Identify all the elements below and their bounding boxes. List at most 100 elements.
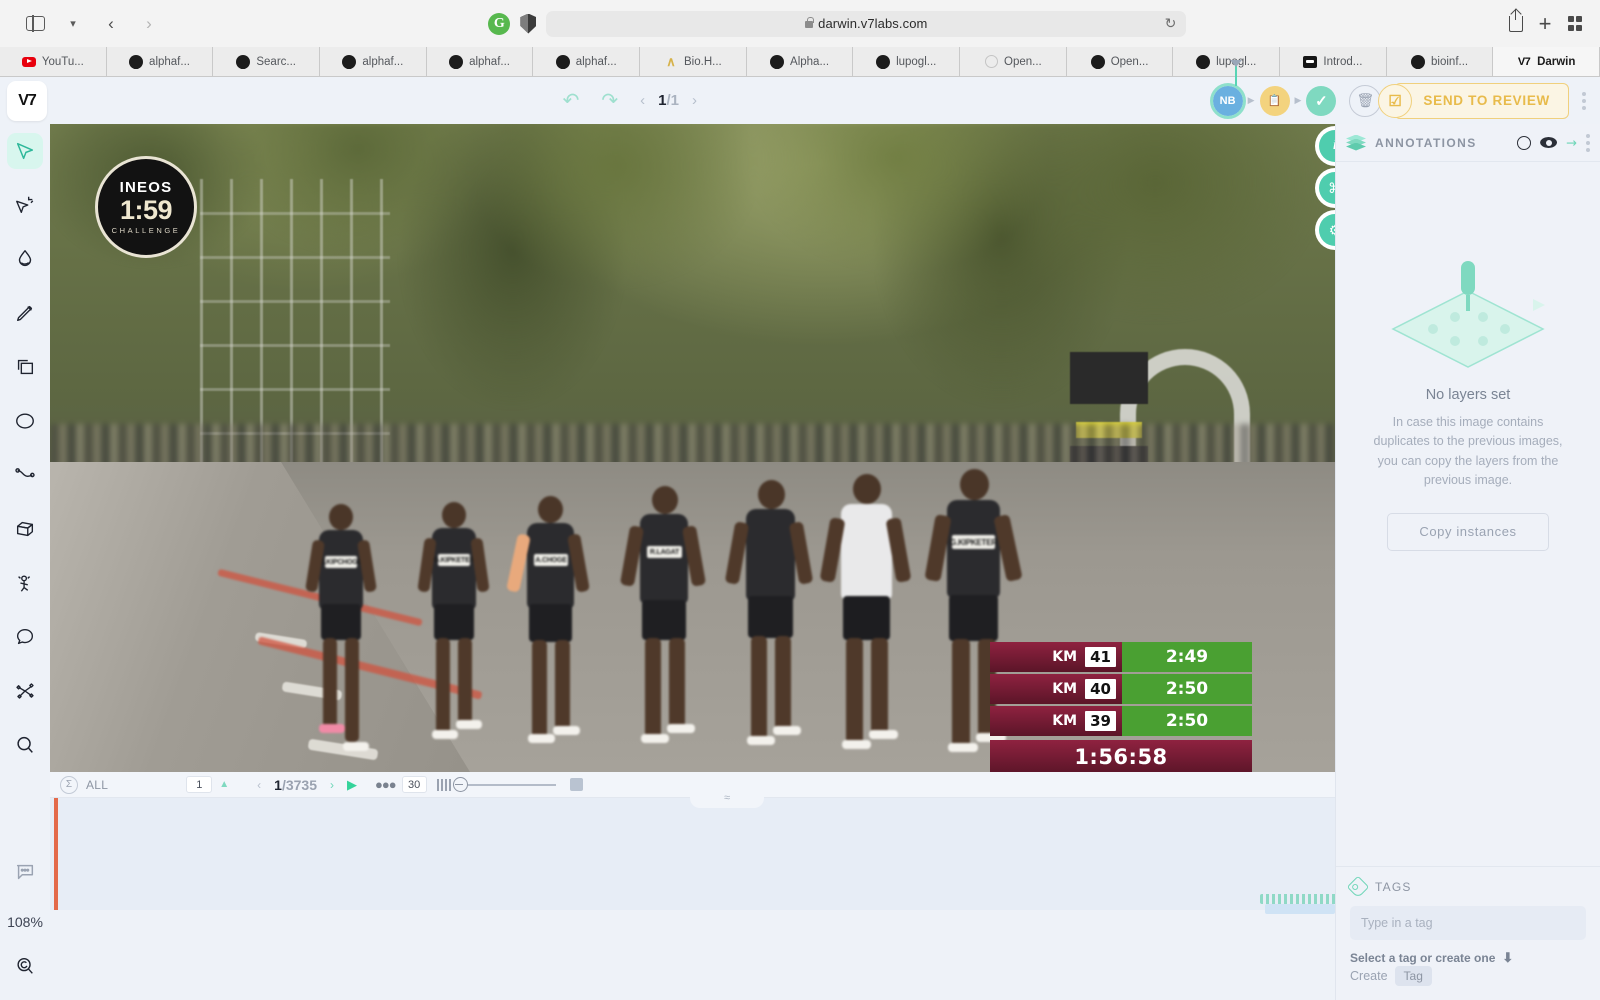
comment-tool[interactable] (7, 619, 43, 655)
cuboid-tool[interactable] (7, 511, 43, 547)
all-frames-label[interactable]: ALL (86, 778, 108, 792)
play-button[interactable]: ▶ (347, 777, 357, 793)
ellipse-tool[interactable] (7, 403, 43, 439)
annotation-image[interactable]: E.KIPCHOGE G.KIPKETER A.CHOGE (50, 124, 1335, 772)
sidebar-toggle-button[interactable] (18, 10, 52, 38)
v7-logo-button[interactable]: V7 (7, 81, 47, 121)
tag-input[interactable] (1350, 906, 1586, 940)
browser-tab[interactable]: alphaf... (533, 47, 640, 76)
review-stage-button[interactable]: 📋 (1260, 86, 1290, 116)
frame-total: 3735 (286, 777, 317, 793)
browser-chrome: ▾ ‹ › G darwin.v7labs.com ↻ + (0, 0, 1600, 47)
browser-tab[interactable]: alphaf... (107, 47, 214, 76)
browser-tab[interactable]: Open... (1067, 47, 1174, 76)
km-value: 41 (1085, 647, 1116, 667)
page-indicator: 1/1 (658, 92, 679, 109)
browser-tab[interactable]: lupogl... (1173, 47, 1280, 76)
auto-annotate-tool[interactable] (7, 187, 43, 223)
timeline-segment[interactable] (1265, 904, 1335, 914)
eye-icon[interactable] (1540, 137, 1557, 148)
timeline-track[interactable] (50, 798, 1335, 910)
browser-tab[interactable]: YouTu... (0, 47, 107, 76)
trash-icon[interactable]: 🗑 (1349, 85, 1381, 117)
timeline-playhead[interactable] (54, 798, 58, 910)
expand-icon[interactable]: ↗ (1562, 133, 1581, 152)
caret-up-icon[interactable]: ▲ (219, 779, 229, 790)
video-icon (1303, 55, 1317, 69)
canvas-area[interactable]: E.KIPCHOGE G.KIPKETER A.CHOGE (50, 124, 1335, 1000)
fps-input[interactable]: 30 (402, 776, 427, 793)
keypoint-tool[interactable] (7, 565, 43, 601)
km-value: 39 (1085, 711, 1116, 731)
keypoint-icon (14, 572, 36, 594)
browser-tab[interactable]: lupogl... (853, 47, 960, 76)
chevron-left-icon[interactable]: ‹ (640, 92, 645, 109)
circle-icon[interactable] (1517, 136, 1531, 150)
timeline[interactable]: ≈ ≈ NB (50, 798, 1335, 1000)
browser-tab[interactable]: Open... (960, 47, 1067, 76)
brush-tool[interactable] (7, 241, 43, 277)
scoreboard-row: KM40 2:50 (990, 674, 1252, 704)
timeline-collapse-top-handle[interactable]: ≈ (690, 788, 764, 808)
image-info-button[interactable]: i (1319, 130, 1335, 162)
undo-icon[interactable]: ↶ (563, 88, 580, 113)
sidebar-dropdown-button[interactable]: ▾ (56, 10, 90, 38)
timeline-segment[interactable] (1260, 894, 1335, 904)
browser-tab[interactable]: alphaf... (320, 47, 427, 76)
grammarly-extension-icon[interactable]: G (488, 13, 510, 35)
ineos-time-text: 1:59 (120, 196, 172, 224)
plus-icon[interactable]: + (1539, 13, 1552, 35)
browser-tab[interactable]: alphaf... (427, 47, 534, 76)
frame-step-input[interactable]: 1 (186, 776, 212, 793)
browser-tab[interactable]: Alpha... (747, 47, 854, 76)
workflow-stage-pipeline: NB ▶ 📋 ▶ ✓ (1213, 86, 1337, 116)
pen-tool[interactable] (7, 295, 43, 331)
send-to-review-label: SEND TO REVIEW (1423, 93, 1550, 108)
tag-hint-label: Select a tag or create one (1350, 951, 1495, 965)
scoreboard-split-cell: 2:50 (1122, 706, 1252, 736)
browser-tab[interactable]: Searc... (213, 47, 320, 76)
kebab-menu-icon[interactable] (1586, 134, 1590, 152)
frame-size-slider[interactable] (453, 777, 556, 792)
app-top-bar: V7 ↶ ↷ ‹ 1/1 › NB ▶ 📋 ▶ ✓ 🗑 ☑ SEND TO RE… (0, 77, 1600, 124)
ineos-challenge-logo: INEOS 1:59 CHALLENGE (95, 156, 197, 258)
scoreboard-split-cell: 2:49 (1122, 642, 1252, 672)
browser-tab[interactable]: Introd... (1280, 47, 1387, 76)
sigma-icon[interactable]: Σ (60, 776, 78, 794)
prev-frame-button[interactable]: ‹ (257, 778, 261, 792)
empty-state-body: In case this image contains duplicates t… (1366, 413, 1571, 491)
km-value: 40 (1085, 679, 1116, 699)
tab-label: YouTu... (42, 56, 84, 68)
tag-chip[interactable]: Tag (1395, 966, 1432, 986)
complete-stage-button[interactable]: ✓ (1306, 86, 1336, 116)
forward-button[interactable]: › (132, 10, 166, 38)
shortcuts-button[interactable]: ⌘ (1319, 172, 1335, 204)
reload-icon[interactable]: ↻ (1165, 15, 1177, 32)
browser-tab[interactable]: bioinf... (1387, 47, 1494, 76)
browser-tab[interactable]: ∧Bio.H... (640, 47, 747, 76)
back-button[interactable]: ‹ (94, 10, 128, 38)
polyline-tool[interactable] (7, 457, 43, 493)
redo-icon[interactable]: ↷ (601, 88, 618, 113)
image-settings-button[interactable]: ⚙ (1319, 214, 1335, 246)
annotate-stage-avatar[interactable]: NB (1213, 86, 1243, 116)
browser-tab-active[interactable]: V7Darwin (1493, 47, 1600, 76)
create-label: Create (1350, 969, 1388, 983)
select-tool[interactable] (7, 133, 43, 169)
bounding-box-tool[interactable] (7, 349, 43, 385)
next-frame-button[interactable]: › (330, 778, 334, 792)
share-icon[interactable] (1509, 16, 1523, 32)
send-to-review-button[interactable]: ☑ SEND TO REVIEW (1394, 83, 1569, 119)
shield-extension-icon[interactable] (520, 14, 536, 34)
kebab-menu-icon[interactable] (1582, 92, 1586, 110)
skeleton-tool[interactable] (7, 673, 43, 709)
stop-square-icon[interactable] (570, 778, 583, 791)
copy-instances-button[interactable]: Copy instances (1387, 513, 1549, 551)
comment-dots-button[interactable] (7, 854, 43, 890)
magnifier-tool[interactable] (7, 727, 43, 763)
tab-grid-icon[interactable] (1568, 16, 1583, 31)
zoom-reset-button[interactable] (7, 948, 43, 984)
chevron-right-icon[interactable]: › (692, 92, 697, 109)
address-bar[interactable]: darwin.v7labs.com ↻ (546, 11, 1186, 37)
magic-cursor-icon (14, 194, 36, 216)
